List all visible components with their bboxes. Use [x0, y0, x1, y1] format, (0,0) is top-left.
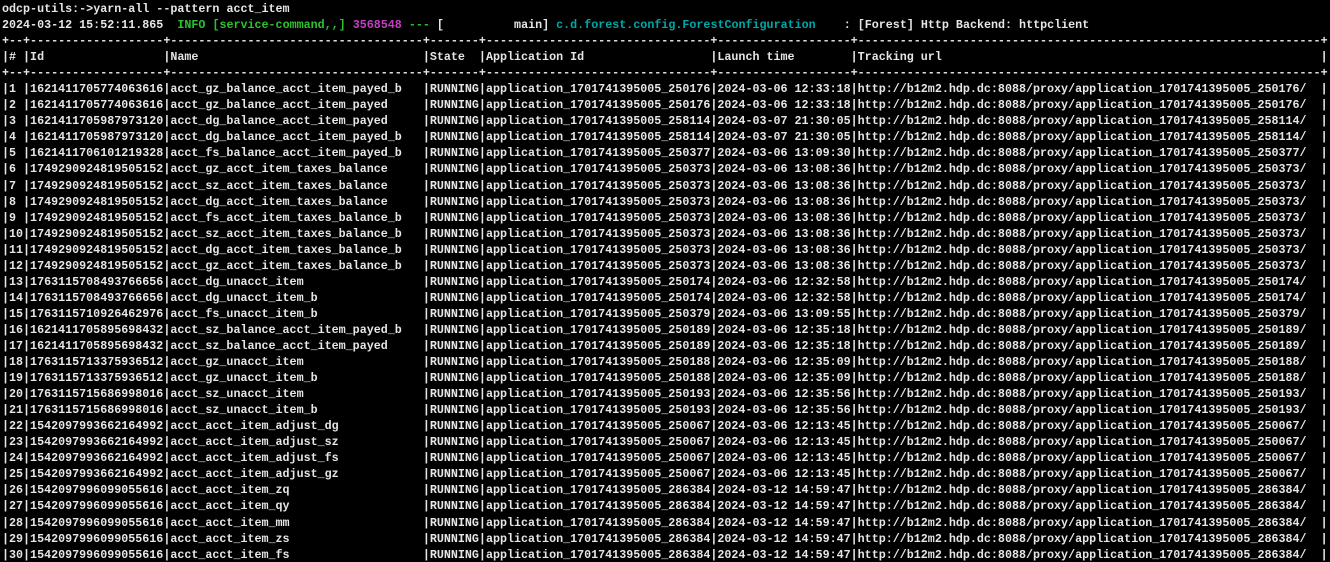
- table-row: |5 |1621411706101219328|acct_fs_balance_…: [2, 145, 1330, 161]
- table-row: |3 |1621411705987973120|acct_dg_balance_…: [2, 113, 1330, 129]
- table-row: |20|1763115715686998016|acct_sz_unacct_i…: [2, 386, 1330, 402]
- table-border: +--+-------------------+----------------…: [2, 65, 1330, 81]
- log-thread: [ main]: [437, 18, 556, 32]
- log-message: : [Forest] Http Backend: httpclient: [816, 18, 1090, 32]
- table-row: |17|1621411705895698432|acct_sz_balance_…: [2, 338, 1330, 354]
- table-row: |15|1763115710926462976|acct_fs_unacct_i…: [2, 306, 1330, 322]
- table-row: |16|1621411705895698432|acct_sz_balance_…: [2, 322, 1330, 338]
- table-row: |30|1542097996099055616|acct_acct_item_f…: [2, 547, 1330, 562]
- table-row: |18|1763115713375936512|acct_gz_unacct_i…: [2, 354, 1330, 370]
- command-line: odcp-utils:->yarn-all --pattern acct_ite…: [2, 1, 1330, 17]
- command-text: yarn-all --pattern acct_item: [93, 2, 289, 16]
- table-row: |6 |1749290924819505152|acct_gz_acct_ite…: [2, 161, 1330, 177]
- yarn-applications-table: +--+-------------------+----------------…: [2, 33, 1330, 562]
- table-border: +--+-------------------+----------------…: [2, 33, 1330, 49]
- table-row: |1 |1621411705774063616|acct_gz_balance_…: [2, 81, 1330, 97]
- table-row: |19|1763115713375936512|acct_gz_unacct_i…: [2, 370, 1330, 386]
- log-line: 2024-03-12 15:52:11.865 INFO [service-co…: [2, 17, 1330, 33]
- table-row: |9 |1749290924819505152|acct_fs_acct_ite…: [2, 210, 1330, 226]
- terminal-window[interactable]: odcp-utils:->yarn-all --pattern acct_ite…: [0, 0, 1330, 562]
- table-row: |13|1763115708493766656|acct_dg_unacct_i…: [2, 274, 1330, 290]
- log-separator: ---: [402, 18, 437, 32]
- table-row: |14|1763115708493766656|acct_dg_unacct_i…: [2, 290, 1330, 306]
- table-row: |23|1542097993662164992|acct_acct_item_a…: [2, 434, 1330, 450]
- table-row: |27|1542097996099055616|acct_acct_item_q…: [2, 498, 1330, 514]
- table-row: |10|1749290924819505152|acct_sz_acct_ite…: [2, 226, 1330, 242]
- table-row: |26|1542097996099055616|acct_acct_item_z…: [2, 482, 1330, 498]
- log-pid: 3568548: [353, 18, 402, 32]
- log-level: INFO: [163, 18, 212, 32]
- table-row: |24|1542097993662164992|acct_acct_item_a…: [2, 450, 1330, 466]
- table-row: |12|1749290924819505152|acct_gz_acct_ite…: [2, 258, 1330, 274]
- table-row: |4 |1621411705987973120|acct_dg_balance_…: [2, 129, 1330, 145]
- log-logger: c.d.forest.config.ForestConfiguration: [556, 18, 816, 32]
- log-timestamp: 2024-03-12 15:52:11.865: [2, 18, 163, 32]
- table-row: |8 |1749290924819505152|acct_dg_acct_ite…: [2, 194, 1330, 210]
- table-row: |29|1542097996099055616|acct_acct_item_z…: [2, 531, 1330, 547]
- table-row: |7 |1749290924819505152|acct_sz_acct_ite…: [2, 178, 1330, 194]
- table-row: |11|1749290924819505152|acct_dg_acct_ite…: [2, 242, 1330, 258]
- table-row: |21|1763115715686998016|acct_sz_unacct_i…: [2, 402, 1330, 418]
- table-row: |28|1542097996099055616|acct_acct_item_m…: [2, 515, 1330, 531]
- table-row: |25|1542097993662164992|acct_acct_item_a…: [2, 466, 1330, 482]
- log-app-context: [service-command,,]: [212, 18, 352, 32]
- table-header-row: |# |Id |Name |State |Application Id |Lau…: [2, 49, 1330, 65]
- table-row: |2 |1621411705774063616|acct_gz_balance_…: [2, 97, 1330, 113]
- shell-prompt: odcp-utils:->: [2, 2, 93, 16]
- table-row: |22|1542097993662164992|acct_acct_item_a…: [2, 418, 1330, 434]
